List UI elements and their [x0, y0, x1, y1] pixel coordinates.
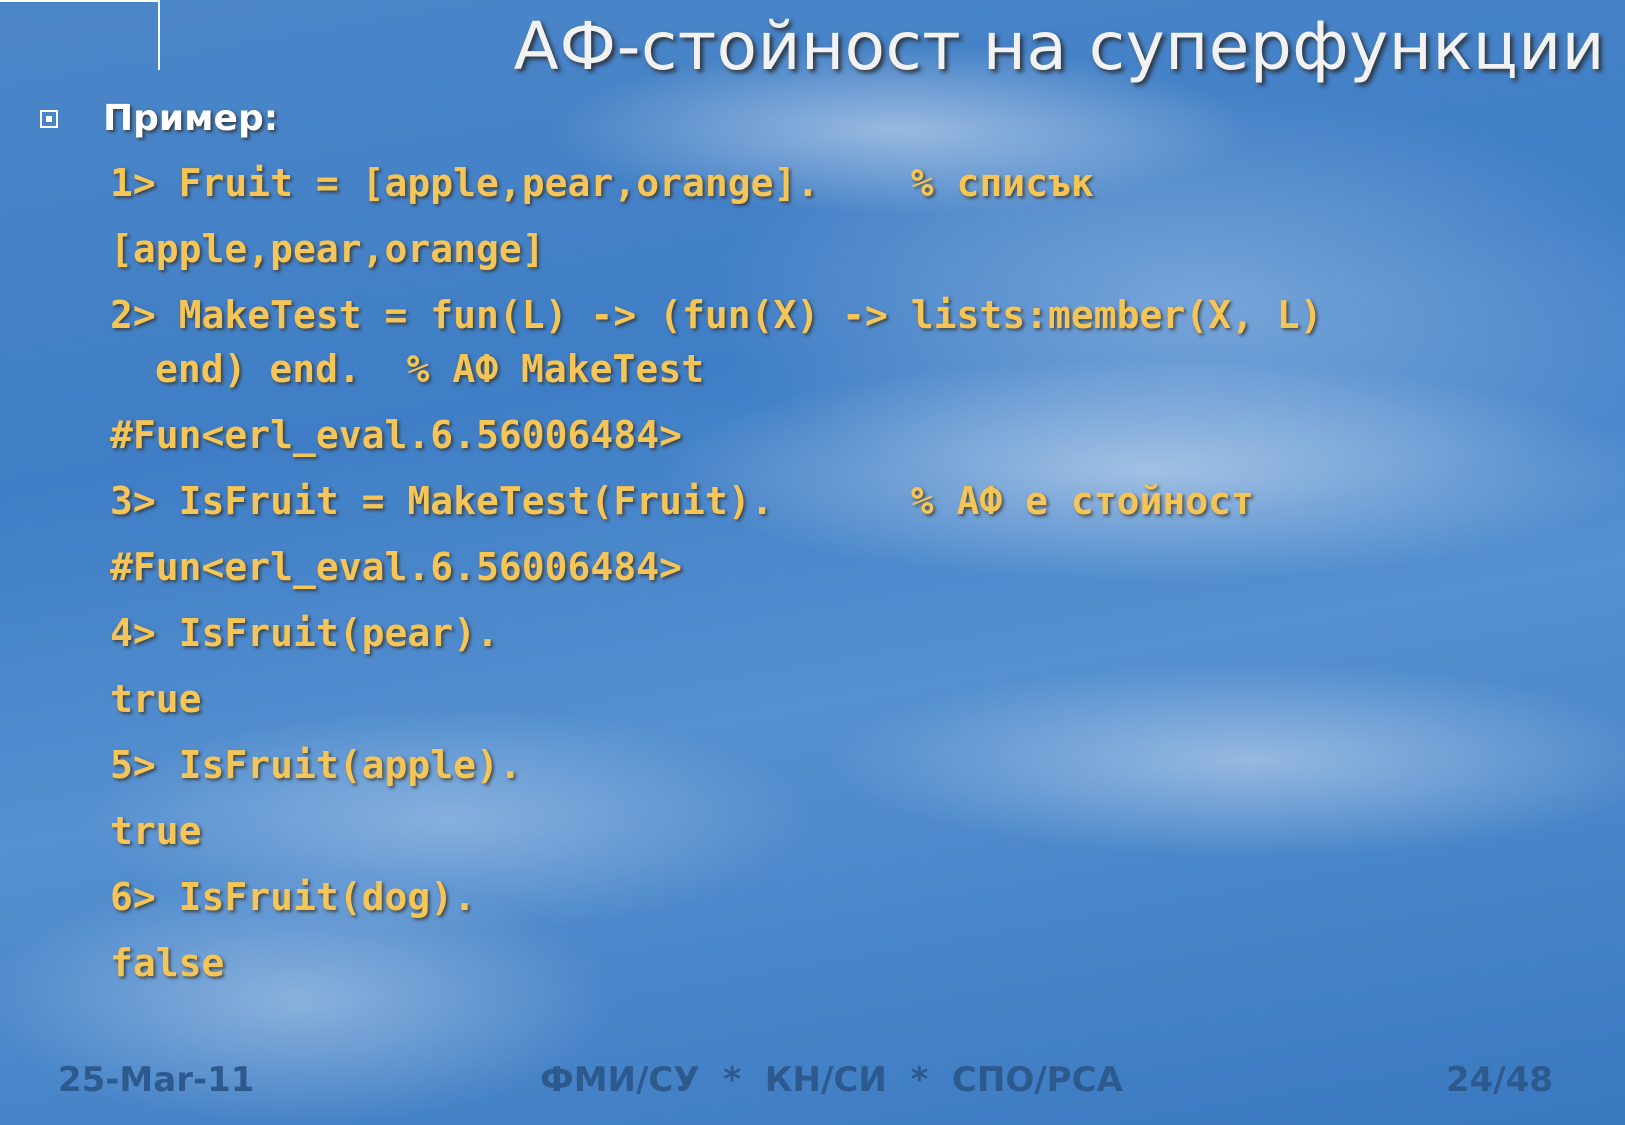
code-line: false	[110, 941, 225, 985]
bullet-label: Пример:	[103, 98, 279, 139]
code-line: 4> IsFruit(pear).	[110, 611, 499, 655]
square-bullet-icon	[40, 109, 58, 128]
footer-page-number: 24/48	[1445, 1060, 1553, 1100]
code-line: 5> IsFruit(apple).	[110, 743, 522, 787]
code-line: 1> Fruit = [apple,pear,orange]. % списък	[110, 161, 1094, 205]
code-line-wrapped: 2> MakeTest = fun(L) -> (fun(X) -> lists…	[110, 287, 1600, 407]
code-line: true	[110, 677, 202, 721]
code-line: true	[110, 809, 202, 853]
code-line: #Fun<erl_eval.6.56006484>	[110, 545, 682, 589]
code-line: 2> MakeTest = fun(L) -> (fun(X) -> lists…	[110, 293, 1323, 337]
corner-mark	[0, 0, 160, 70]
bullet-row: Пример:	[40, 98, 278, 139]
code-line: 3> IsFruit = MakeTest(Fruit). % АФ е сто…	[110, 479, 1254, 523]
footer-center: ФМИ/СУ * КН/СИ * СПО/РСА	[540, 1060, 1123, 1100]
code-line-continuation: end) end. % АФ MakeTest	[155, 347, 705, 391]
code-line: 6> IsFruit(dog).	[110, 875, 477, 919]
footer-date: 25-Mar-11	[58, 1060, 255, 1100]
code-line: [apple,pear,orange]	[110, 227, 545, 271]
slide-title: АФ-стойност на суперфункции	[513, 8, 1605, 85]
code-line: #Fun<erl_eval.6.56006484>	[110, 413, 682, 457]
code-block: 1> Fruit = [apple,pear,orange]. % списък…	[110, 155, 1600, 1001]
